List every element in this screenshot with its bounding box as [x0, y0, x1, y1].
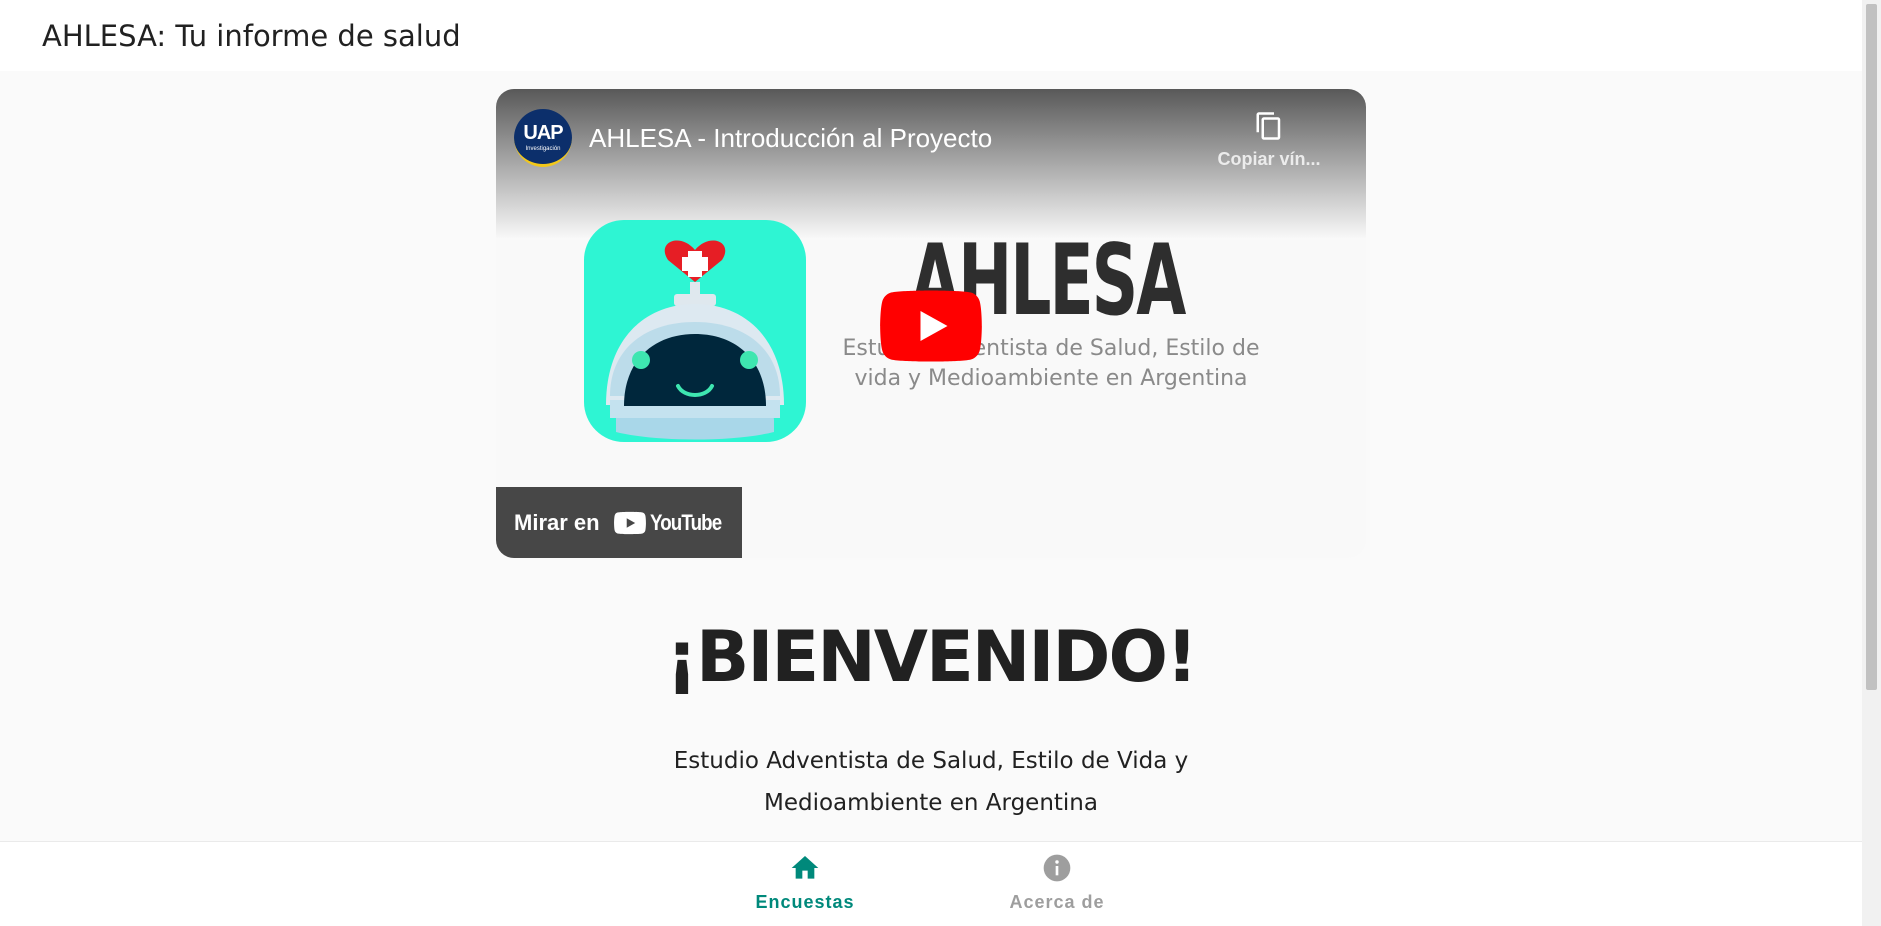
robot-logo — [584, 220, 806, 442]
nav-label-acerca-de: Acerca de — [1009, 892, 1105, 912]
video-player[interactable]: UAP Investigación AHLESA - Introducción … — [496, 89, 1366, 558]
youtube-play-icon — [613, 511, 646, 534]
page-scrollbar[interactable] — [1862, 0, 1881, 926]
app-header: AHLESA: Tu informe de salud — [0, 0, 1862, 71]
play-button[interactable] — [880, 290, 982, 362]
copy-link-label: Copiar vín... — [1217, 149, 1321, 169]
info-icon — [1043, 854, 1071, 882]
watch-on-label: Mirar en — [514, 509, 600, 535]
nav-item-encuestas[interactable]: Encuestas — [720, 852, 890, 913]
youtube-wordmark: YouTube — [649, 509, 722, 535]
youtube-logo: YouTube — [613, 509, 734, 536]
video-title[interactable]: AHLESA - Introducción al Proyecto — [589, 123, 992, 154]
channel-brand: UAP — [523, 121, 563, 144]
welcome-heading: ¡BIENVENIDO! — [666, 616, 1198, 698]
copy-icon — [1256, 112, 1281, 140]
watch-on-youtube-button[interactable]: Mirar en YouTube — [496, 487, 742, 558]
app-title: AHLESA: Tu informe de salud — [42, 18, 461, 53]
channel-avatar[interactable]: UAP Investigación — [514, 109, 572, 167]
nav-item-acerca-de[interactable]: Acerca de — [972, 852, 1142, 913]
copy-link-button[interactable]: Copiar vín... — [1214, 109, 1324, 170]
channel-sub: Investigación — [525, 145, 561, 152]
play-icon — [880, 290, 982, 362]
main-content: UAP Investigación AHLESA - Introducción … — [0, 71, 1862, 841]
bottom-navigation: Encuestas Acerca de — [0, 841, 1862, 926]
scrollbar-thumb[interactable] — [1866, 4, 1877, 690]
nav-label-encuestas: Encuestas — [755, 892, 855, 912]
home-icon — [791, 856, 819, 879]
welcome-subtitle: Estudio Adventista de Salud, Estilo de V… — [673, 748, 1189, 816]
